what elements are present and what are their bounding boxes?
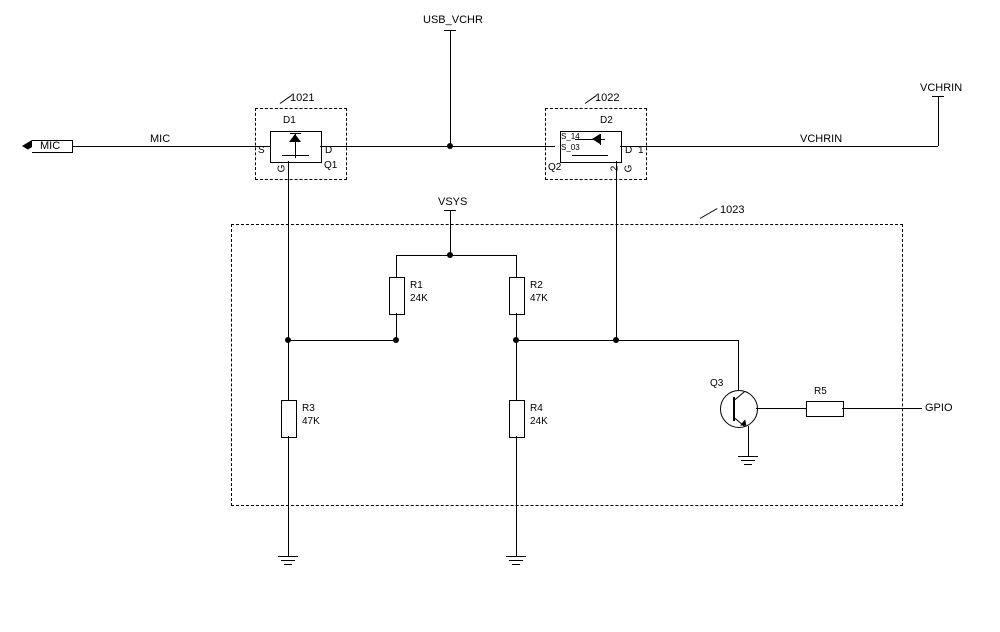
r4-name: R4 <box>530 403 543 414</box>
q2-label: Q2 <box>548 162 561 173</box>
vsys-label: VSYS <box>438 196 467 208</box>
q2-s03-label: S_03 <box>561 143 580 152</box>
q1-diode-bar <box>290 133 301 134</box>
wire-vsys-branch <box>396 255 516 256</box>
resistor-r5 <box>806 401 844 417</box>
wire-right-branch <box>516 340 616 341</box>
vchrin-wire-label: VCHRIN <box>800 133 842 145</box>
mic-port-label: MIC <box>40 140 60 152</box>
wire-left-branch <box>288 340 396 341</box>
wire-mic <box>72 146 270 147</box>
resistor-r1 <box>389 277 405 315</box>
leader-1023 <box>700 208 718 219</box>
wire-to-q3c-v <box>738 340 739 390</box>
r5-name: R5 <box>814 386 827 397</box>
r1-name: R1 <box>410 280 423 291</box>
wire-vchrin-down <box>938 96 939 146</box>
wire-r2-down <box>516 313 517 340</box>
node-r1r3 <box>393 337 399 343</box>
q1-diode-arrow <box>289 134 301 142</box>
wire-center-to-q2 <box>450 146 555 147</box>
q3-label: Q3 <box>710 378 723 389</box>
resistor-r2 <box>509 277 525 315</box>
q2-g-label: G <box>623 165 634 173</box>
q1-channel <box>282 155 309 156</box>
q2-diode-arrow <box>592 134 600 144</box>
resistor-r3 <box>281 400 297 438</box>
wire-to-q3c-h <box>616 340 738 341</box>
gpio-label: GPIO <box>925 402 953 414</box>
mic-port-bot <box>32 152 72 153</box>
block-1023-label: 1023 <box>720 204 744 216</box>
wire-r3-gnd <box>288 436 289 556</box>
wire-q3e-gnd <box>748 426 749 456</box>
wire-q3b <box>756 408 806 409</box>
wire-r1-down <box>396 313 397 340</box>
wire-to-r4 <box>516 340 517 400</box>
block-1023 <box>231 224 903 506</box>
net-usb-vchr-label: USB_VCHR <box>423 14 483 26</box>
q1-g-label: G <box>276 165 287 173</box>
wire-r4-gnd <box>516 436 517 556</box>
q2-channel <box>572 155 608 156</box>
mic-wire-label: MIC <box>150 133 170 145</box>
schematic-canvas: USB_VCHR VCHRIN MIC MIC 1021 D1 S D G Q1… <box>0 0 1000 632</box>
r2-name: R2 <box>530 280 543 291</box>
r4-val: 24K <box>530 416 548 427</box>
q1-s-label: S <box>258 145 265 156</box>
wire-r5-gpio <box>842 408 922 409</box>
wire-to-r3 <box>288 340 289 400</box>
wire-usb-vchr <box>450 30 451 146</box>
block-1021-label: 1021 <box>290 92 314 104</box>
wire-q1-to-center <box>320 146 450 147</box>
d1-label: D1 <box>283 115 296 126</box>
wire-q2-to-vchrin <box>620 146 938 147</box>
r2-val: 47K <box>530 293 548 304</box>
block-1022-label: 1022 <box>595 92 619 104</box>
r3-name: R3 <box>302 403 315 414</box>
r1-val: 24K <box>410 293 428 304</box>
mic-port-arrow <box>22 140 32 152</box>
r3-val: 47K <box>302 416 320 427</box>
net-vchrin-top-label: VCHRIN <box>920 82 962 94</box>
q2-s14-label: S_14 <box>561 132 580 141</box>
q2-diode-bar <box>600 134 601 145</box>
wire-to-r2 <box>516 255 517 277</box>
resistor-r4 <box>509 400 525 438</box>
q1-label: Q1 <box>324 160 337 171</box>
q2-2-label: 2 <box>609 166 620 172</box>
d2-label: D2 <box>600 115 613 126</box>
wire-to-r1 <box>396 255 397 277</box>
